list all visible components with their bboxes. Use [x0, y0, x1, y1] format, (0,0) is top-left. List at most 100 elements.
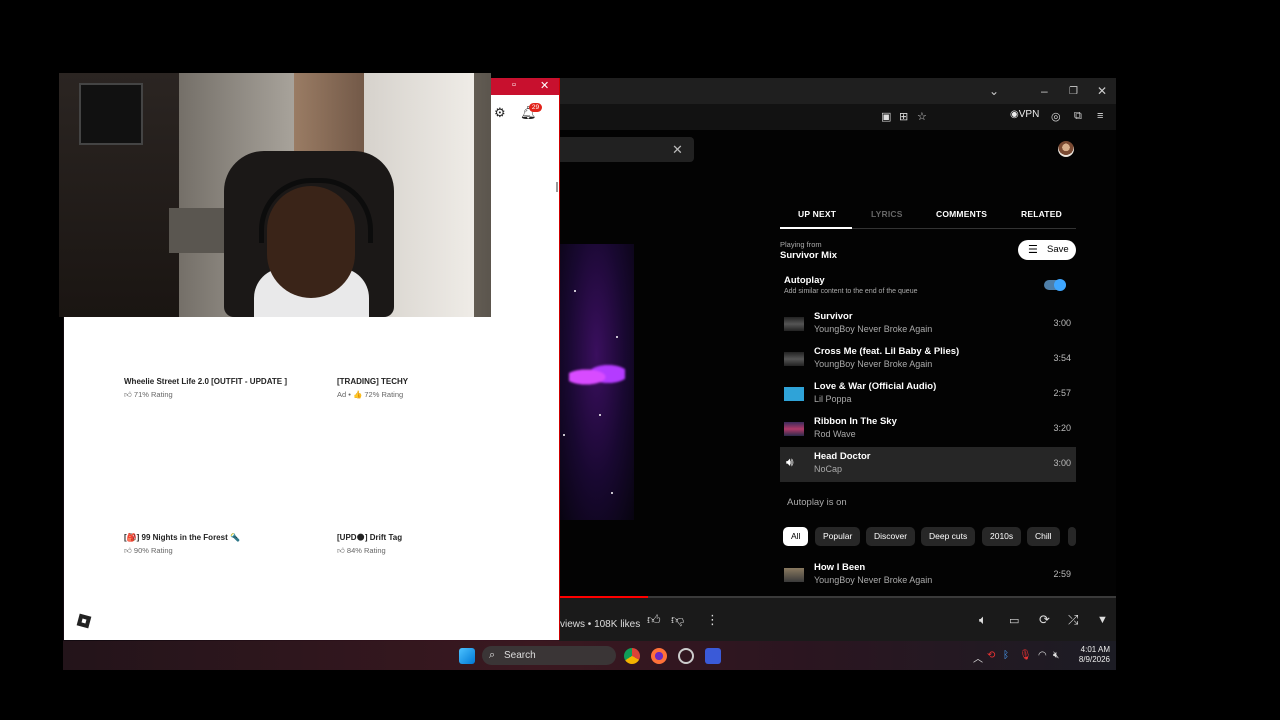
menu-icon[interactable]: ≡ — [1097, 110, 1103, 122]
tab-list-chevron-icon[interactable]: ⌄ — [989, 84, 999, 98]
sparkle — [599, 414, 601, 416]
queue-item[interactable]: Love & War (Official Audio) Lil Poppa 2:… — [780, 377, 1076, 412]
track-artist[interactable]: YoungBoy Never Broke Again — [814, 324, 932, 334]
chip-chill[interactable]: Chill — [1027, 527, 1060, 546]
windows-start-icon[interactable] — [459, 648, 475, 664]
chip-partial[interactable] — [1068, 527, 1076, 546]
game-rating: Ad • 👍 72% Rating — [337, 390, 404, 399]
queue-item[interactable]: Survivor YoungBoy Never Broke Again 3:00 — [780, 307, 1076, 342]
bookmark-star-icon[interactable]: ☆ — [917, 110, 927, 123]
sync-icon[interactable]: ⟲ — [987, 650, 995, 661]
repeat-icon[interactable]: ⟳ — [1039, 612, 1050, 628]
tab-comments[interactable]: COMMENTS — [936, 209, 987, 219]
vpn-indicator[interactable]: ◉VPN — [1010, 109, 1039, 120]
tab-related[interactable]: RELATED — [1021, 209, 1062, 219]
notification-count-badge: 29 — [529, 103, 542, 112]
browser-titlebar — [559, 78, 1116, 104]
search-label: Search — [504, 650, 536, 661]
show-hidden-icons-chevron[interactable]: ︿ — [973, 650, 983, 665]
screenshot-icon[interactable]: ▣ — [881, 110, 891, 123]
track-thumbnail — [784, 352, 804, 366]
save-button[interactable]: ☰ Save — [1018, 240, 1076, 260]
expand-player-icon[interactable]: ▼ — [1097, 614, 1108, 626]
autoplay-item[interactable]: How I Been YoungBoy Never Broke Again 2:… — [780, 558, 1076, 593]
vpn-shield-icon: ◉ — [1010, 109, 1019, 120]
track-artist[interactable]: Rod Wave — [814, 429, 856, 439]
track-duration: 3:54 — [1053, 353, 1071, 363]
profile-icon[interactable]: ◎ — [1051, 110, 1061, 123]
taskbar-search[interactable]: ⌕ Search — [482, 646, 616, 665]
firefox-icon[interactable] — [651, 648, 667, 664]
close-button[interactable]: ✕ — [1097, 84, 1107, 98]
volume-icon[interactable]: 🔈︎ — [979, 612, 987, 628]
track-artist[interactable]: YoungBoy Never Broke Again — [814, 575, 932, 585]
roblox-app-icon[interactable] — [705, 648, 721, 664]
autoplay-title: Autoplay — [784, 275, 825, 286]
chip-all[interactable]: All — [783, 527, 809, 546]
minimize-button[interactable]: – — [1041, 84, 1048, 98]
restore-button[interactable]: ❐ — [1069, 86, 1078, 97]
player-bar — [559, 598, 1116, 641]
obs-icon[interactable] — [678, 648, 694, 664]
track-duration: 3:00 — [1053, 318, 1071, 328]
install-app-icon[interactable]: ⊞ — [899, 110, 908, 123]
close-button[interactable]: ✕ — [540, 79, 549, 92]
game-title[interactable]: [TRADING] TECHY — [337, 377, 408, 386]
queue-item[interactable]: Cross Me (feat. Lil Baby & Plies) YoungB… — [780, 342, 1076, 377]
settings-gear-icon[interactable]: ⚙ — [494, 105, 506, 121]
sparkle — [616, 336, 618, 338]
microphone-icon[interactable]: 🎙︎ — [1019, 650, 1032, 661]
system-clock[interactable]: 4:01 AM 8/9/2026 — [1068, 645, 1110, 665]
wifi-icon[interactable]: ◠ — [1038, 650, 1047, 661]
track-artist[interactable]: NoCap — [814, 464, 842, 474]
track-artist[interactable]: Lil Poppa — [814, 394, 852, 404]
chip-popular[interactable]: Popular — [815, 527, 861, 546]
chip-deep-cuts[interactable]: Deep cuts — [921, 527, 976, 546]
game-title[interactable]: [UPD🌑] Drift Tag — [337, 533, 402, 542]
chip-discover[interactable]: Discover — [866, 527, 916, 546]
thumbs-up-icon: 👍︎ — [124, 546, 134, 555]
avatar[interactable] — [1058, 141, 1074, 157]
chrome-icon[interactable] — [624, 648, 640, 664]
track-title: Head Doctor — [814, 451, 871, 462]
views-likes: views • 108K likes — [560, 619, 641, 630]
clear-search-icon[interactable]: ✕ — [672, 142, 683, 158]
track-duration: 2:59 — [1053, 569, 1071, 579]
restore-button[interactable]: ▫ — [512, 79, 516, 91]
search-icon: ⌕ — [489, 649, 496, 661]
tab-up-next[interactable]: UP NEXT — [798, 209, 836, 219]
game-title[interactable]: Wheelie Street Life 2.0 [OUTFIT - UPDATE… — [124, 377, 287, 386]
bluetooth-icon[interactable]: ᛒ — [1003, 650, 1009, 661]
clock-date: 8/9/2026 — [1078, 655, 1110, 664]
picture-frame — [79, 83, 143, 145]
roblox-titlebar: ▫ ✕ — [491, 78, 559, 95]
tab-lyrics[interactable]: LYRICS — [871, 209, 903, 219]
track-artist[interactable]: YoungBoy Never Broke Again — [814, 359, 932, 369]
sparkle — [563, 434, 565, 436]
playing-from-value[interactable]: Survivor Mix — [780, 250, 837, 261]
queue-item-now-playing[interactable]: 🔊︎ Head Doctor NoCap 3:00 — [780, 447, 1076, 482]
game-title[interactable]: [🎒] 99 Nights in the Forest 🔦 — [124, 533, 240, 542]
track-title: Survivor — [814, 311, 853, 322]
thumbs-up-icon: 👍︎ — [124, 390, 134, 399]
album-art — [559, 244, 634, 520]
game-rating: 👍︎ 90% Rating — [124, 546, 173, 555]
volume-muted-icon[interactable]: 🔇︎ — [1053, 650, 1059, 661]
queue-item[interactable]: Ribbon In The Sky Rod Wave 3:20 — [780, 412, 1076, 447]
like-icon[interactable]: 👍︎ — [647, 612, 661, 628]
playing-from-label: Playing from — [780, 240, 822, 249]
active-tab-indicator — [780, 227, 852, 229]
dislike-icon[interactable]: 👎︎ — [671, 612, 684, 628]
extensions-icon[interactable]: ⧉ — [1074, 110, 1082, 123]
captions-icon[interactable]: ▭ — [1009, 614, 1019, 627]
track-thumbnail — [784, 387, 804, 401]
more-options-icon[interactable]: ⋮ — [706, 612, 719, 628]
scrollbar[interactable] — [556, 182, 558, 192]
track-thumbnail — [784, 568, 804, 582]
autoplay-toggle-knob[interactable] — [1054, 279, 1066, 291]
shuffle-icon[interactable]: ⤮ — [1068, 612, 1078, 628]
speaker-icon: 🔊︎ — [786, 455, 794, 469]
track-title: Ribbon In The Sky — [814, 416, 897, 427]
track-title: Love & War (Official Audio) — [814, 381, 937, 392]
chip-2010s[interactable]: 2010s — [982, 527, 1022, 546]
